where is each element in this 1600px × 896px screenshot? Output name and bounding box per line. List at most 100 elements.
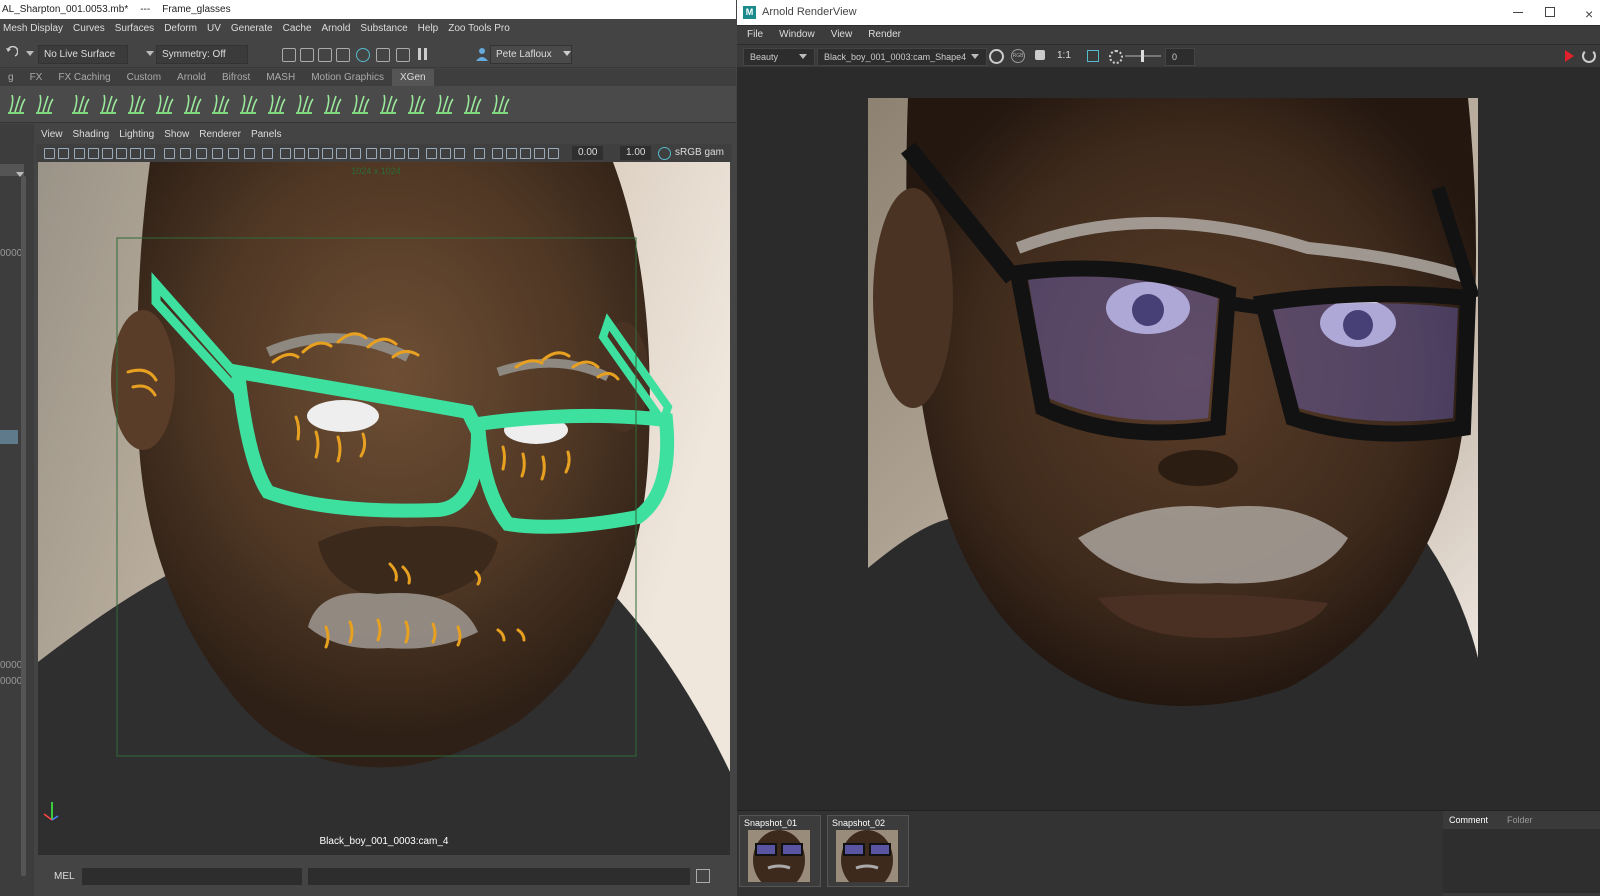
xgen-tool-icon[interactable] xyxy=(490,93,510,115)
snapshot-2[interactable]: Snapshot_02 xyxy=(827,815,909,887)
shelf-tab-motion-graphics[interactable]: Motion Graphics xyxy=(303,69,392,86)
menu-surfaces[interactable]: Surfaces xyxy=(112,19,161,38)
viewport-menu-renderer[interactable]: Renderer xyxy=(194,126,246,143)
minimize-icon[interactable] xyxy=(1513,12,1523,13)
viewport-tool-icon[interactable] xyxy=(180,148,191,159)
chevron-down-icon[interactable] xyxy=(146,51,154,56)
viewport-tool-icon[interactable] xyxy=(212,148,223,159)
viewport-tool-icon[interactable] xyxy=(520,148,531,159)
xgen-tool-icon[interactable] xyxy=(434,93,454,115)
viewport-tool-icon[interactable] xyxy=(454,148,465,159)
xgen-tool-icon[interactable] xyxy=(210,93,230,115)
view-transform-label[interactable]: sRGB gam xyxy=(675,146,724,160)
viewport-tool-icon[interactable] xyxy=(408,148,419,159)
arnold-render-icon[interactable] xyxy=(356,48,370,62)
xgen-tool-icon[interactable] xyxy=(406,93,426,115)
viewport-tool-icon[interactable] xyxy=(474,148,485,159)
viewport-menu-view[interactable]: View xyxy=(36,126,68,143)
viewport-menu-panels[interactable]: Panels xyxy=(246,126,287,143)
refresh-icon[interactable] xyxy=(1582,49,1596,63)
exposure-slider-handle[interactable] xyxy=(1141,50,1144,62)
xgen-tool-icon[interactable] xyxy=(154,93,174,115)
xgen-tool-icon[interactable] xyxy=(238,93,258,115)
menu-uv[interactable]: UV xyxy=(204,19,228,38)
rv-menu-view[interactable]: View xyxy=(821,26,859,44)
comment-textarea[interactable] xyxy=(1443,829,1600,893)
viewport-tool-icon[interactable] xyxy=(440,148,451,159)
viewport-tool-icon[interactable] xyxy=(164,148,175,159)
tab-comment[interactable]: Comment xyxy=(1449,813,1488,827)
vertical-scrollbar[interactable] xyxy=(21,176,26,876)
menu-mesh-display[interactable]: Mesh Display xyxy=(0,19,70,38)
xgen-tool-icon[interactable] xyxy=(322,93,342,115)
render-view-icon[interactable] xyxy=(396,48,410,62)
xgen-tool-icon[interactable] xyxy=(378,93,398,115)
close-icon[interactable]: × xyxy=(1585,2,1593,27)
pause-icon[interactable] xyxy=(418,48,421,60)
chevron-down-icon[interactable] xyxy=(563,51,571,56)
gamma-field[interactable]: 1.00 xyxy=(620,146,652,160)
exposure-field[interactable]: 0.00 xyxy=(572,146,604,160)
tab-folder[interactable]: Folder xyxy=(1507,813,1533,827)
strip-selection[interactable] xyxy=(0,430,18,444)
viewport-tool-icon[interactable] xyxy=(534,148,545,159)
rv-menu-file[interactable]: File xyxy=(737,26,769,44)
viewport-tool-icon[interactable] xyxy=(244,148,255,159)
xgen-tool-icon[interactable] xyxy=(350,93,370,115)
viewport-tool-icon[interactable] xyxy=(130,148,141,159)
user-account-button[interactable]: Pete Lafloux xyxy=(490,45,572,64)
color-management-icon[interactable] xyxy=(658,147,671,160)
viewport-tool-icon[interactable] xyxy=(336,148,347,159)
viewport-menu-show[interactable]: Show xyxy=(159,126,194,143)
xgen-tool-icon[interactable] xyxy=(70,93,90,115)
chevron-down-icon[interactable] xyxy=(26,51,34,56)
ipr-icon[interactable] xyxy=(318,48,332,62)
script-editor-icon[interactable] xyxy=(696,869,710,883)
viewport-tool-icon[interactable] xyxy=(380,148,391,159)
xgen-tool-icon[interactable] xyxy=(98,93,118,115)
viewport-tool-icon[interactable] xyxy=(262,148,273,159)
menu-substance[interactable]: Substance xyxy=(357,19,414,38)
viewport-menu-lighting[interactable]: Lighting xyxy=(114,126,159,143)
xgen-tool-icon[interactable] xyxy=(6,93,26,115)
menu-help[interactable]: Help xyxy=(415,19,446,38)
viewport-tool-icon[interactable] xyxy=(116,148,127,159)
viewport-tool-icon[interactable] xyxy=(426,148,437,159)
xgen-tool-icon[interactable] xyxy=(462,93,482,115)
shelf-tab-bifrost[interactable]: Bifrost xyxy=(214,69,258,86)
menu-generate[interactable]: Generate xyxy=(228,19,280,38)
menu-deform[interactable]: Deform xyxy=(161,19,204,38)
viewport-tool-icon[interactable] xyxy=(280,148,291,159)
crop-region-icon[interactable] xyxy=(1087,50,1099,62)
viewport-tool-icon[interactable] xyxy=(506,148,517,159)
hypershade-icon[interactable] xyxy=(376,48,390,62)
shelf-tab-arnold[interactable]: Arnold xyxy=(169,69,214,86)
camera-dropdown[interactable]: Black_boy_001_0003:cam_Shape4 xyxy=(817,48,987,66)
viewport-tool-icon[interactable] xyxy=(350,148,361,159)
rgb-channel-icon[interactable]: RGB xyxy=(1011,49,1025,63)
viewport-tool-icon[interactable] xyxy=(366,148,377,159)
xgen-tool-icon[interactable] xyxy=(126,93,146,115)
zoom-ratio-button[interactable]: 1:1 xyxy=(1057,48,1071,64)
viewport-tool-icon[interactable] xyxy=(492,148,503,159)
rv-menu-window[interactable]: Window xyxy=(769,26,821,44)
xgen-tool-icon[interactable] xyxy=(34,93,54,115)
perspective-viewport[interactable]: 1024 x 1024 Black_boy_001_0003:cam_4 xyxy=(38,162,730,855)
shelf-tab-mash[interactable]: MASH xyxy=(258,69,303,86)
color-correct-icon[interactable] xyxy=(1035,50,1045,60)
viewport-tool-icon[interactable] xyxy=(228,148,239,159)
xgen-tool-icon[interactable] xyxy=(266,93,286,115)
shelf-tab-xgen[interactable]: XGen xyxy=(392,69,434,86)
live-surface-field[interactable]: No Live Surface xyxy=(38,45,128,64)
rv-menu-render[interactable]: Render xyxy=(858,26,907,44)
exposure-value[interactable]: 0 xyxy=(1165,48,1195,66)
render-settings-icon[interactable] xyxy=(336,48,350,62)
viewport-tool-icon[interactable] xyxy=(322,148,333,159)
shelf-tab-custom[interactable]: Custom xyxy=(119,69,169,86)
display-settings-icon[interactable] xyxy=(989,49,1004,64)
viewport-tool-icon[interactable] xyxy=(394,148,405,159)
viewport-tool-icon[interactable] xyxy=(74,148,85,159)
viewport-tool-icon[interactable] xyxy=(196,148,207,159)
menu-arnold[interactable]: Arnold xyxy=(319,19,358,38)
viewport-tool-icon[interactable] xyxy=(58,148,69,159)
